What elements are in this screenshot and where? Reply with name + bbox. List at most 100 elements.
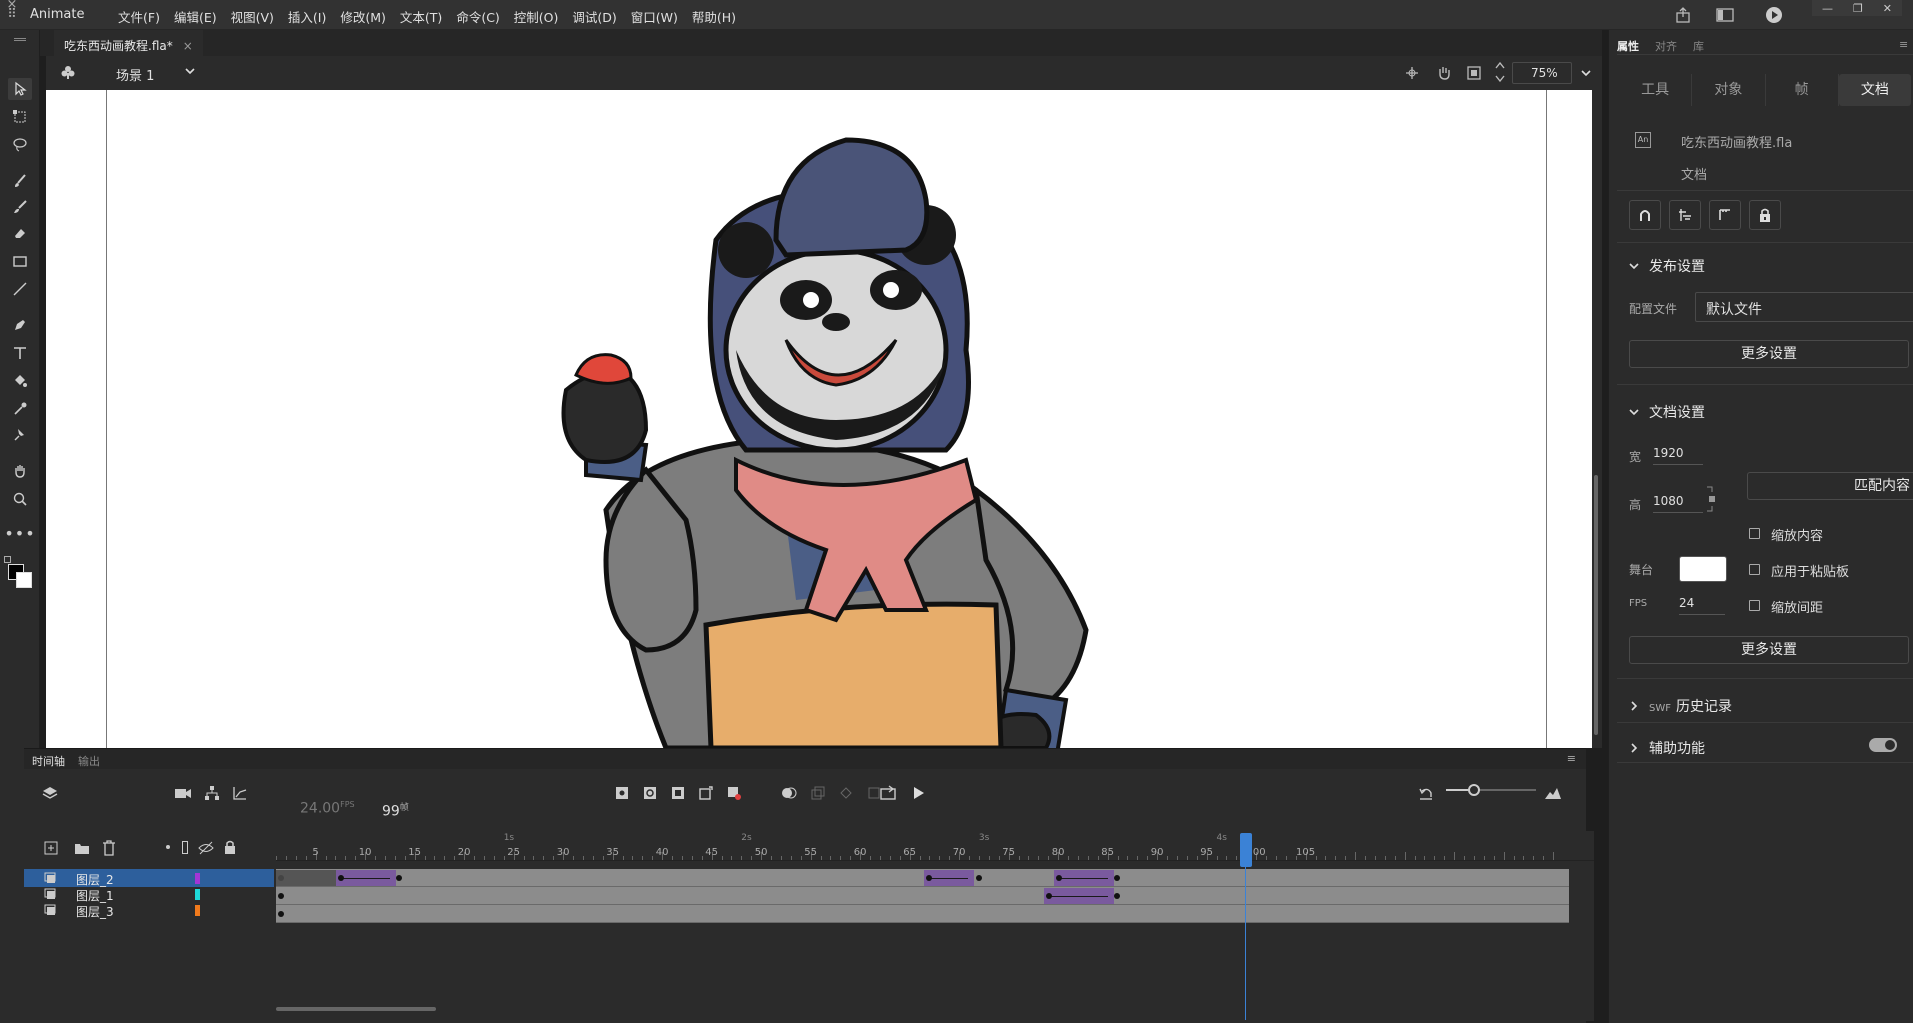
- subtab-object[interactable]: 对象: [1692, 74, 1766, 106]
- window-control-icons[interactable]: × ⠿: [0, 0, 24, 30]
- scale-content-checkbox[interactable]: [1749, 528, 1760, 539]
- subtab-tool[interactable]: 工具: [1619, 74, 1693, 106]
- frame-ruler[interactable]: 5 10 15 20 25 30 35 40 45 50 55 60 65 70 75 80 85 90 95 100…: [276, 831, 1594, 861]
- fill-color-swatch[interactable]: [16, 572, 32, 588]
- fps-input[interactable]: 24: [1679, 596, 1725, 615]
- camera-icon[interactable]: [174, 785, 192, 801]
- pen-tool-icon[interactable]: [8, 314, 32, 336]
- document-tab[interactable]: 吃东西动画教程.fla* ×: [54, 30, 203, 56]
- layer-color-swatch[interactable]: [195, 905, 200, 916]
- tab-timeline[interactable]: 时间轴: [32, 753, 65, 769]
- menu-edit[interactable]: 编辑(E): [174, 7, 217, 26]
- delete-layer-icon[interactable]: [102, 840, 116, 856]
- tab-output[interactable]: 输出: [78, 753, 100, 769]
- menu-modify[interactable]: 修改(M): [340, 7, 386, 26]
- scene-clubs-icon[interactable]: [60, 64, 76, 80]
- line-tool-icon[interactable]: [8, 278, 32, 300]
- free-transform-tool-icon[interactable]: [8, 106, 32, 128]
- motion-tween-span[interactable]: [1054, 870, 1114, 886]
- clear-keyframe-icon[interactable]: [726, 785, 742, 801]
- tab-library[interactable]: 库: [1693, 38, 1704, 54]
- keyframe-dot[interactable]: [1056, 875, 1062, 881]
- layer-frame-track[interactable]: [276, 905, 1569, 923]
- current-frame-readout[interactable]: 99帧: [382, 800, 409, 820]
- eyedropper-tool-icon[interactable]: [8, 398, 32, 420]
- layer-parenting-icon[interactable]: [204, 785, 220, 801]
- frames-area[interactable]: 5 10 15 20 25 30 35 40 45 50 55 60 65 70 75 80 85 90 95 100…: [276, 831, 1594, 1021]
- motion-tween-span[interactable]: [336, 870, 396, 886]
- undo-icon[interactable]: [1418, 785, 1434, 801]
- layer-name[interactable]: 图层_3: [76, 903, 114, 920]
- subtab-frame[interactable]: 帧: [1766, 74, 1839, 106]
- tab-properties[interactable]: 属性: [1617, 38, 1639, 54]
- zoom-dropdown-chevron-icon[interactable]: [1580, 67, 1592, 79]
- close-icon[interactable]: ✕: [1883, 2, 1892, 15]
- loop-playback-icon[interactable]: [880, 785, 898, 801]
- onion-skin-icon[interactable]: [780, 785, 798, 801]
- snap-icon[interactable]: [1404, 65, 1420, 81]
- lock-layers-icon[interactable]: [224, 840, 236, 854]
- fit-timeline-icon[interactable]: [1544, 785, 1562, 801]
- pin-tool-icon[interactable]: [8, 424, 32, 446]
- keyframe-dot[interactable]: [1114, 893, 1120, 899]
- camera-hand-icon[interactable]: [1436, 65, 1452, 81]
- insert-frame-icon[interactable]: [670, 785, 686, 801]
- outline-layers-icon[interactable]: [182, 841, 188, 854]
- publish-more-settings-button[interactable]: 更多设置: [1629, 340, 1909, 368]
- more-tools-icon[interactable]: •••: [4, 522, 34, 544]
- align-icon[interactable]: [1669, 200, 1701, 230]
- insert-label-icon[interactable]: [698, 785, 714, 801]
- menu-file[interactable]: 文件(F): [118, 7, 160, 26]
- layers-icon[interactable]: [42, 785, 58, 801]
- keyframe-dot[interactable]: [278, 875, 284, 881]
- timeline-zoom-knob[interactable]: [1468, 784, 1480, 796]
- graph-icon[interactable]: [232, 785, 248, 801]
- center-stage-icon[interactable]: [1494, 60, 1506, 84]
- layer-frame-track[interactable]: [276, 869, 1569, 887]
- scale-spacing-checkbox[interactable]: [1749, 600, 1760, 611]
- default-colors-icon[interactable]: [4, 556, 11, 563]
- layer-color-swatch[interactable]: [195, 873, 200, 884]
- playhead[interactable]: [1240, 833, 1253, 1020]
- layer-frame-track[interactable]: [276, 887, 1569, 905]
- hide-layers-icon[interactable]: [198, 841, 214, 855]
- menu-control[interactable]: 控制(O): [514, 7, 559, 26]
- document-more-settings-button[interactable]: 更多设置: [1629, 636, 1909, 664]
- menu-help[interactable]: 帮助(H): [692, 7, 736, 26]
- swf-history-header[interactable]: SWF 历史记录: [1629, 696, 1732, 716]
- stage[interactable]: [46, 90, 1592, 748]
- highlight-layers-icon[interactable]: [166, 845, 170, 849]
- play-icon[interactable]: [910, 785, 926, 801]
- eraser-tool-icon[interactable]: [8, 222, 32, 244]
- magnet-icon[interactable]: [1629, 200, 1661, 230]
- loop-icon[interactable]: [838, 785, 854, 801]
- keyframe-dot[interactable]: [396, 875, 402, 881]
- menu-debug[interactable]: 调试(D): [572, 7, 616, 26]
- selection-tool-icon[interactable]: [8, 78, 32, 100]
- accessibility-header[interactable]: 辅助功能: [1629, 738, 1705, 758]
- document-tab-close-icon[interactable]: ×: [183, 39, 193, 53]
- insert-blank-keyframe-icon[interactable]: [642, 785, 658, 801]
- keyframe-dot[interactable]: [1114, 875, 1120, 881]
- stage-scroll-thumb[interactable]: [1594, 475, 1598, 735]
- playhead-handle[interactable]: [1240, 833, 1253, 867]
- panel-menu-icon[interactable]: ≡: [1567, 752, 1576, 765]
- scene-name[interactable]: 场景 1: [116, 65, 154, 84]
- new-folder-icon[interactable]: [74, 841, 90, 855]
- test-movie-icon[interactable]: [1764, 5, 1784, 25]
- fps-readout[interactable]: 24.00FPS: [300, 800, 355, 817]
- lasso-tool-icon[interactable]: [8, 134, 32, 156]
- height-input[interactable]: 1080: [1653, 494, 1703, 513]
- timeline-horizontal-scrollbar[interactable]: [276, 1007, 436, 1011]
- restore-icon[interactable]: ❐: [1853, 2, 1863, 15]
- zoom-input[interactable]: 75%: [1512, 62, 1572, 84]
- keyframe-dot[interactable]: [278, 893, 284, 899]
- menu-text[interactable]: 文本(T): [400, 7, 442, 26]
- ruler-guides-icon[interactable]: [1709, 200, 1741, 230]
- layer-row[interactable]: 图层_3: [24, 901, 274, 919]
- keyframe-dot[interactable]: [278, 911, 284, 917]
- accessibility-toggle[interactable]: [1869, 738, 1897, 752]
- paint-brush-tool-icon[interactable]: [8, 170, 32, 192]
- publish-settings-header[interactable]: 发布设置: [1629, 256, 1705, 276]
- stage-color-swatch[interactable]: [1679, 556, 1727, 582]
